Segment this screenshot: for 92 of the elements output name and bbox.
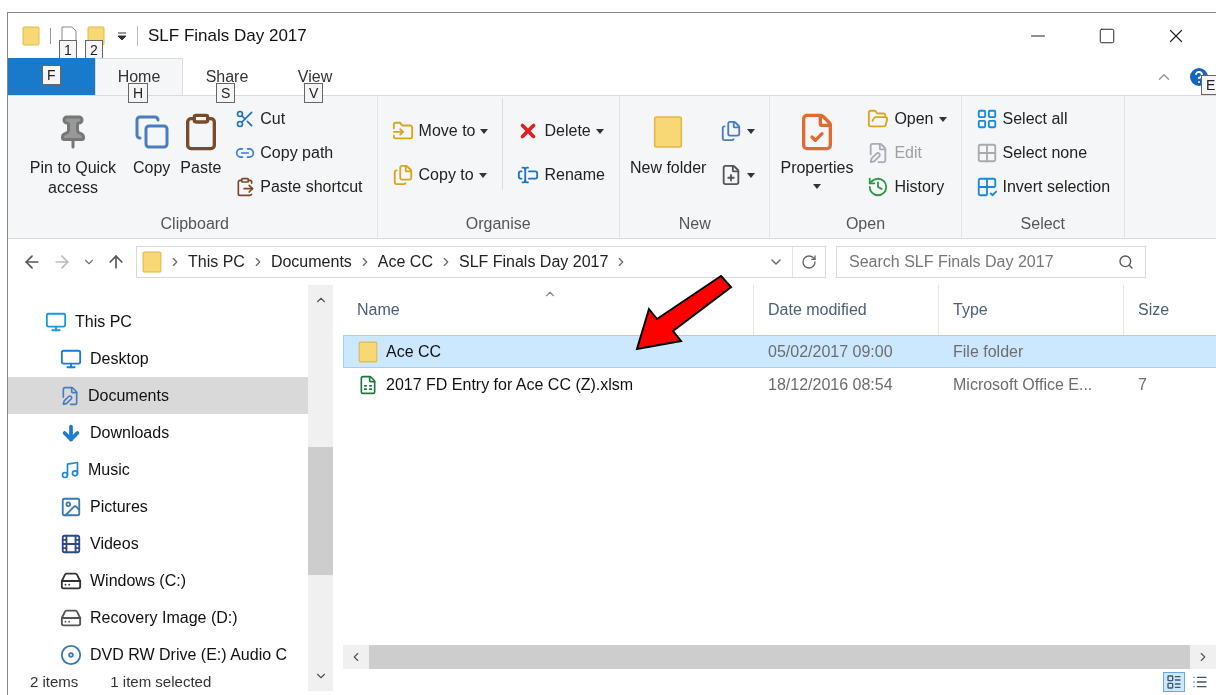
invert-selection-icon	[975, 176, 998, 198]
ribbon-button[interactable]: Delete	[515, 116, 607, 146]
button-label: Pin to Quick access	[28, 158, 118, 198]
search-field[interactable]: Search SLF Finals Day 2017	[836, 246, 1146, 278]
scroll-thumb[interactable]	[308, 447, 333, 575]
group-label: Organise	[464, 214, 532, 234]
table-cell-text: 7	[1137, 374, 1147, 395]
copy-icon	[133, 114, 170, 150]
address-bar[interactable]: This PC Documents Ace CC SLF Finals Day 2017	[136, 246, 826, 278]
copy-icon	[391, 164, 414, 186]
ribbon-button[interactable]: Cut	[233, 104, 365, 134]
status-text: 2 items	[30, 671, 79, 692]
window-title: SLF Finals Day 2017	[148, 25, 307, 48]
file-tab[interactable]: F	[8, 58, 95, 95]
keytip: 1	[59, 40, 77, 60]
music-icon	[60, 459, 80, 480]
nav-item[interactable]: Recovery Image (D:)	[8, 599, 308, 636]
new-item-icon	[720, 120, 743, 142]
nav-item[interactable]: Desktop	[8, 340, 308, 377]
document-icon	[60, 385, 80, 406]
scrollbar[interactable]	[308, 285, 333, 691]
ribbon-button[interactable]: Properties	[776, 98, 858, 210]
history-icon	[867, 176, 890, 198]
keytip: H	[128, 83, 149, 103]
rename-icon	[517, 164, 540, 186]
status-text: 1 item selected	[110, 671, 212, 692]
ribbon-button[interactable]: Move to	[389, 116, 491, 146]
nav-item[interactable]: DVD RW Drive (E:) Audio C	[8, 636, 308, 673]
ribbon-button[interactable]: History	[865, 172, 949, 202]
button-label: New folder	[629, 158, 707, 178]
nav-item[interactable]: Videos	[8, 525, 308, 562]
keytip: F	[42, 65, 61, 85]
nav-item[interactable]: Music	[8, 451, 308, 488]
table-cell-text: 18/12/2016 08:54	[767, 374, 894, 395]
customize-icon[interactable]	[117, 31, 127, 41]
group-label: Select	[1019, 214, 1067, 234]
file-name: Ace CC	[386, 341, 442, 362]
picture-icon	[60, 495, 82, 518]
keytip: V	[304, 83, 324, 103]
group-label: Clipboard	[159, 214, 230, 234]
group-label: Open	[844, 214, 887, 234]
ribbon-button[interactable]: Select none	[973, 138, 1113, 168]
clipboard-icon	[235, 177, 256, 197]
folder-open-icon	[867, 108, 890, 130]
file-row[interactable]: Ace CC 05/02/2017 09:00 File folder	[343, 335, 1216, 368]
select-none-icon	[975, 142, 998, 164]
ribbon-button[interactable]: Open	[865, 104, 949, 134]
breadcrumb[interactable]: This PC	[188, 250, 245, 274]
ribbon-button[interactable]: Paste shortcut	[233, 172, 365, 202]
ribbon-button[interactable]: Select all	[973, 104, 1113, 134]
group-label: New	[677, 214, 712, 234]
folder-icon	[142, 250, 162, 274]
keytip: E	[1201, 75, 1216, 95]
ribbon-button[interactable]: Rename	[515, 160, 607, 190]
ribbon-button[interactable]: Copy path	[233, 138, 365, 168]
nav-item[interactable]: Downloads	[8, 414, 308, 451]
details-view-button[interactable]	[1163, 672, 1185, 692]
button-label: Copy	[133, 158, 171, 178]
spreadsheet-icon	[358, 374, 378, 395]
select-all-icon	[975, 108, 998, 130]
ribbon-button[interactable]: Copy to	[389, 160, 491, 190]
folder-icon	[22, 25, 40, 47]
breadcrumb[interactable]: Ace CC	[377, 250, 433, 274]
ribbon-button[interactable]: New folder	[625, 98, 711, 210]
refresh-icon[interactable]	[801, 254, 817, 270]
column-header[interactable]: Name	[343, 285, 753, 335]
disc-icon	[60, 643, 82, 666]
nav-item[interactable]: This PC	[8, 303, 308, 340]
scroll-thumb[interactable]	[369, 645, 1190, 669]
breadcrumb[interactable]: Documents	[270, 250, 352, 274]
button-label: Paste	[180, 158, 222, 178]
desktop-icon	[60, 347, 82, 370]
film-icon	[60, 532, 82, 555]
ribbon-button[interactable]: Invert selection	[973, 172, 1113, 202]
button-label: Properties	[780, 158, 854, 178]
folder-move-icon	[391, 120, 414, 142]
nav-item[interactable]: Pictures	[8, 488, 308, 525]
table-cell-text: 05/02/2017 09:00	[767, 341, 894, 362]
maximize-icon[interactable]	[1098, 27, 1116, 45]
table-cell-text: Microsoft Office E...	[952, 374, 1094, 395]
monitor-icon	[45, 310, 67, 333]
keytip: S	[216, 83, 236, 103]
folder-icon	[358, 340, 378, 363]
breadcrumb[interactable]: SLF Finals Day 2017	[458, 250, 609, 274]
ribbon-button[interactable]: Pin to Quick access	[19, 98, 127, 210]
search-icon	[1118, 254, 1134, 270]
file-row[interactable]: 2017 FD Entry for Ace CC (Z).xlsm 18/12/2016 08:54 Microsoft Office E... 7	[343, 368, 1216, 401]
table-cell-text: File folder	[952, 341, 1025, 362]
file-name: 2017 FD Entry for Ace CC (Z).xlsm	[386, 374, 634, 395]
nav-item[interactable]: Documents	[8, 377, 308, 414]
keytip: 2	[85, 40, 103, 60]
nav-item[interactable]: Windows (C:)	[8, 562, 308, 599]
